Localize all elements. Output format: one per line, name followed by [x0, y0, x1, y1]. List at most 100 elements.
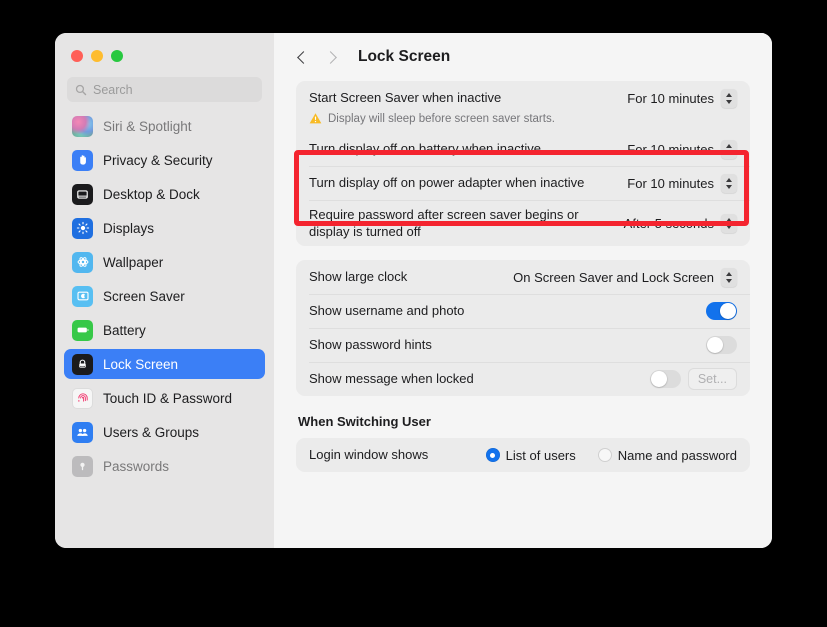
privacy-hand-icon	[72, 149, 93, 171]
popup-display-off-battery[interactable]: For 10 minutes	[627, 139, 737, 159]
sidebar-item-displays[interactable]: Displays	[64, 213, 265, 243]
page-title: Lock Screen	[358, 48, 451, 65]
sidebar-item-lock-screen[interactable]: Lock Screen	[64, 349, 265, 379]
displays-icon	[72, 217, 93, 239]
sidebar-item-users-groups[interactable]: Users & Groups	[64, 417, 265, 447]
screen-saver-icon	[72, 285, 93, 307]
section-heading-switching-user: When Switching User	[298, 414, 431, 429]
battery-icon	[72, 319, 93, 341]
passwords-key-icon	[72, 455, 93, 477]
sidebar-item-label: Passwords	[103, 458, 170, 474]
chevron-right-icon	[324, 50, 337, 64]
radio-option-list-of-users[interactable]: List of users	[485, 447, 576, 463]
popup-display-off-power-adapter[interactable]: For 10 minutes	[627, 173, 737, 193]
toggle-show-password-hints[interactable]	[706, 335, 737, 355]
sidebar-item-label: Users & Groups	[103, 424, 200, 440]
sidebar-item-label: Displays	[103, 220, 155, 236]
row-show-message-when-locked[interactable]: Show message when locked Set...	[296, 362, 750, 396]
system-settings-window: Siri & Spotlight Privacy & Security	[55, 33, 772, 548]
popup-value: For 10 minutes	[627, 90, 714, 106]
zoom-button[interactable]	[111, 50, 123, 62]
toolbar: Lock Screen	[274, 33, 772, 81]
row-show-large-clock[interactable]: Show large clock On Screen Saver and Loc…	[296, 260, 750, 294]
search-container	[55, 77, 274, 102]
sidebar-item-label: Touch ID & Password	[103, 390, 233, 406]
sidebar-item-label: Battery	[103, 322, 146, 338]
desktop-dock-icon	[72, 183, 93, 205]
sidebar-item-label: Screen Saver	[103, 288, 185, 304]
settings-group-switching-user: Login window shows List of users Name an…	[296, 438, 750, 472]
row-label: Turn display off on power adapter when i…	[309, 175, 585, 191]
lock-screen-icon	[72, 353, 93, 375]
chevron-updown-icon[interactable]	[721, 88, 737, 108]
search-field[interactable]	[67, 77, 262, 102]
chevron-left-icon	[297, 50, 310, 64]
popup-require-password[interactable]: After 5 seconds	[623, 213, 737, 233]
wallpaper-icon	[72, 251, 93, 273]
popup-start-screen-saver[interactable]: For 10 minutes	[627, 88, 737, 108]
close-button[interactable]	[71, 50, 83, 62]
chevron-updown-icon[interactable]	[721, 267, 737, 287]
row-label: Show password hints	[309, 337, 432, 353]
sidebar-item-touch-id-password[interactable]: Touch ID & Password	[64, 383, 265, 413]
popup-value: For 10 minutes	[627, 141, 714, 157]
row-label: Show message when locked	[309, 371, 474, 387]
sidebar-item-label: Lock Screen	[103, 356, 179, 372]
sidebar-item-screen-saver[interactable]: Screen Saver	[64, 281, 265, 311]
warning-display-sleep: Display will sleep before screen saver s…	[296, 112, 750, 132]
row-label: Require password after screen saver begi…	[309, 206, 579, 239]
sidebar-item-passwords[interactable]: Passwords	[64, 451, 265, 481]
row-show-password-hints[interactable]: Show password hints	[296, 328, 750, 362]
sidebar-item-label: Desktop & Dock	[103, 186, 200, 202]
row-label: Turn display off on battery when inactiv…	[309, 141, 541, 157]
radio-label: Name and password	[617, 447, 737, 463]
row-label: Show username and photo	[309, 303, 465, 319]
sidebar-item-siri-spotlight[interactable]: Siri & Spotlight	[64, 111, 265, 141]
siri-icon	[72, 115, 93, 137]
sidebar: Siri & Spotlight Privacy & Security	[55, 33, 274, 548]
toggle-show-username-photo[interactable]	[706, 301, 737, 321]
row-require-password[interactable]: Require password after screen saver begi…	[296, 200, 750, 246]
popup-value: After 5 seconds	[623, 215, 714, 231]
row-start-screen-saver[interactable]: Start Screen Saver when inactive For 10 …	[296, 81, 750, 115]
minimize-button[interactable]	[91, 50, 103, 62]
search-icon	[75, 84, 87, 95]
forward-button[interactable]	[318, 43, 346, 71]
row-display-off-battery[interactable]: Turn display off on battery when inactiv…	[296, 132, 750, 166]
radio-option-name-and-password[interactable]: Name and password	[597, 447, 737, 463]
row-label: Show large clock	[309, 269, 408, 285]
row-login-window-shows: Login window shows List of users Name an…	[296, 438, 750, 472]
sidebar-item-privacy-security[interactable]: Privacy & Security	[64, 145, 265, 175]
radio-unselected-icon[interactable]	[597, 448, 612, 462]
popup-value: For 10 minutes	[627, 175, 714, 191]
sidebar-item-desktop-dock[interactable]: Desktop & Dock	[64, 179, 265, 209]
row-label: Login window shows	[309, 447, 429, 463]
toggle-show-message-when-locked[interactable]	[649, 369, 681, 389]
sidebar-item-battery[interactable]: Battery	[64, 315, 265, 345]
row-show-username-photo[interactable]: Show username and photo	[296, 294, 750, 328]
touch-id-icon	[72, 387, 93, 409]
settings-group-appearance: Show large clock On Screen Saver and Loc…	[296, 260, 750, 396]
radio-group-login-window: List of users Name and password	[485, 447, 737, 463]
chevron-updown-icon[interactable]	[721, 173, 737, 193]
popup-show-large-clock[interactable]: On Screen Saver and Lock Screen	[513, 267, 737, 287]
sidebar-item-label: Wallpaper	[103, 254, 164, 270]
chevron-updown-icon[interactable]	[721, 213, 737, 233]
detail-pane: Lock Screen Start Screen Saver when inac…	[274, 33, 772, 548]
sidebar-nav: Siri & Spotlight Privacy & Security Desk…	[55, 111, 274, 548]
set-message-button[interactable]: Set...	[687, 368, 737, 390]
settings-content: Start Screen Saver when inactive For 10 …	[274, 81, 772, 472]
radio-label: List of users	[505, 447, 576, 463]
traffic-lights	[55, 33, 274, 77]
search-input[interactable]	[93, 82, 254, 97]
radio-selected-icon[interactable]	[485, 448, 500, 462]
row-display-off-power-adapter[interactable]: Turn display off on power adapter when i…	[296, 166, 750, 200]
back-button[interactable]	[288, 43, 316, 71]
chevron-updown-icon[interactable]	[721, 139, 737, 159]
users-groups-icon	[72, 421, 93, 443]
popup-value: On Screen Saver and Lock Screen	[513, 269, 714, 285]
row-label: Start Screen Saver when inactive	[309, 90, 502, 106]
settings-group-sleep: Start Screen Saver when inactive For 10 …	[296, 81, 750, 246]
sidebar-item-wallpaper[interactable]: Wallpaper	[64, 247, 265, 277]
sidebar-item-label: Siri & Spotlight	[103, 118, 192, 134]
